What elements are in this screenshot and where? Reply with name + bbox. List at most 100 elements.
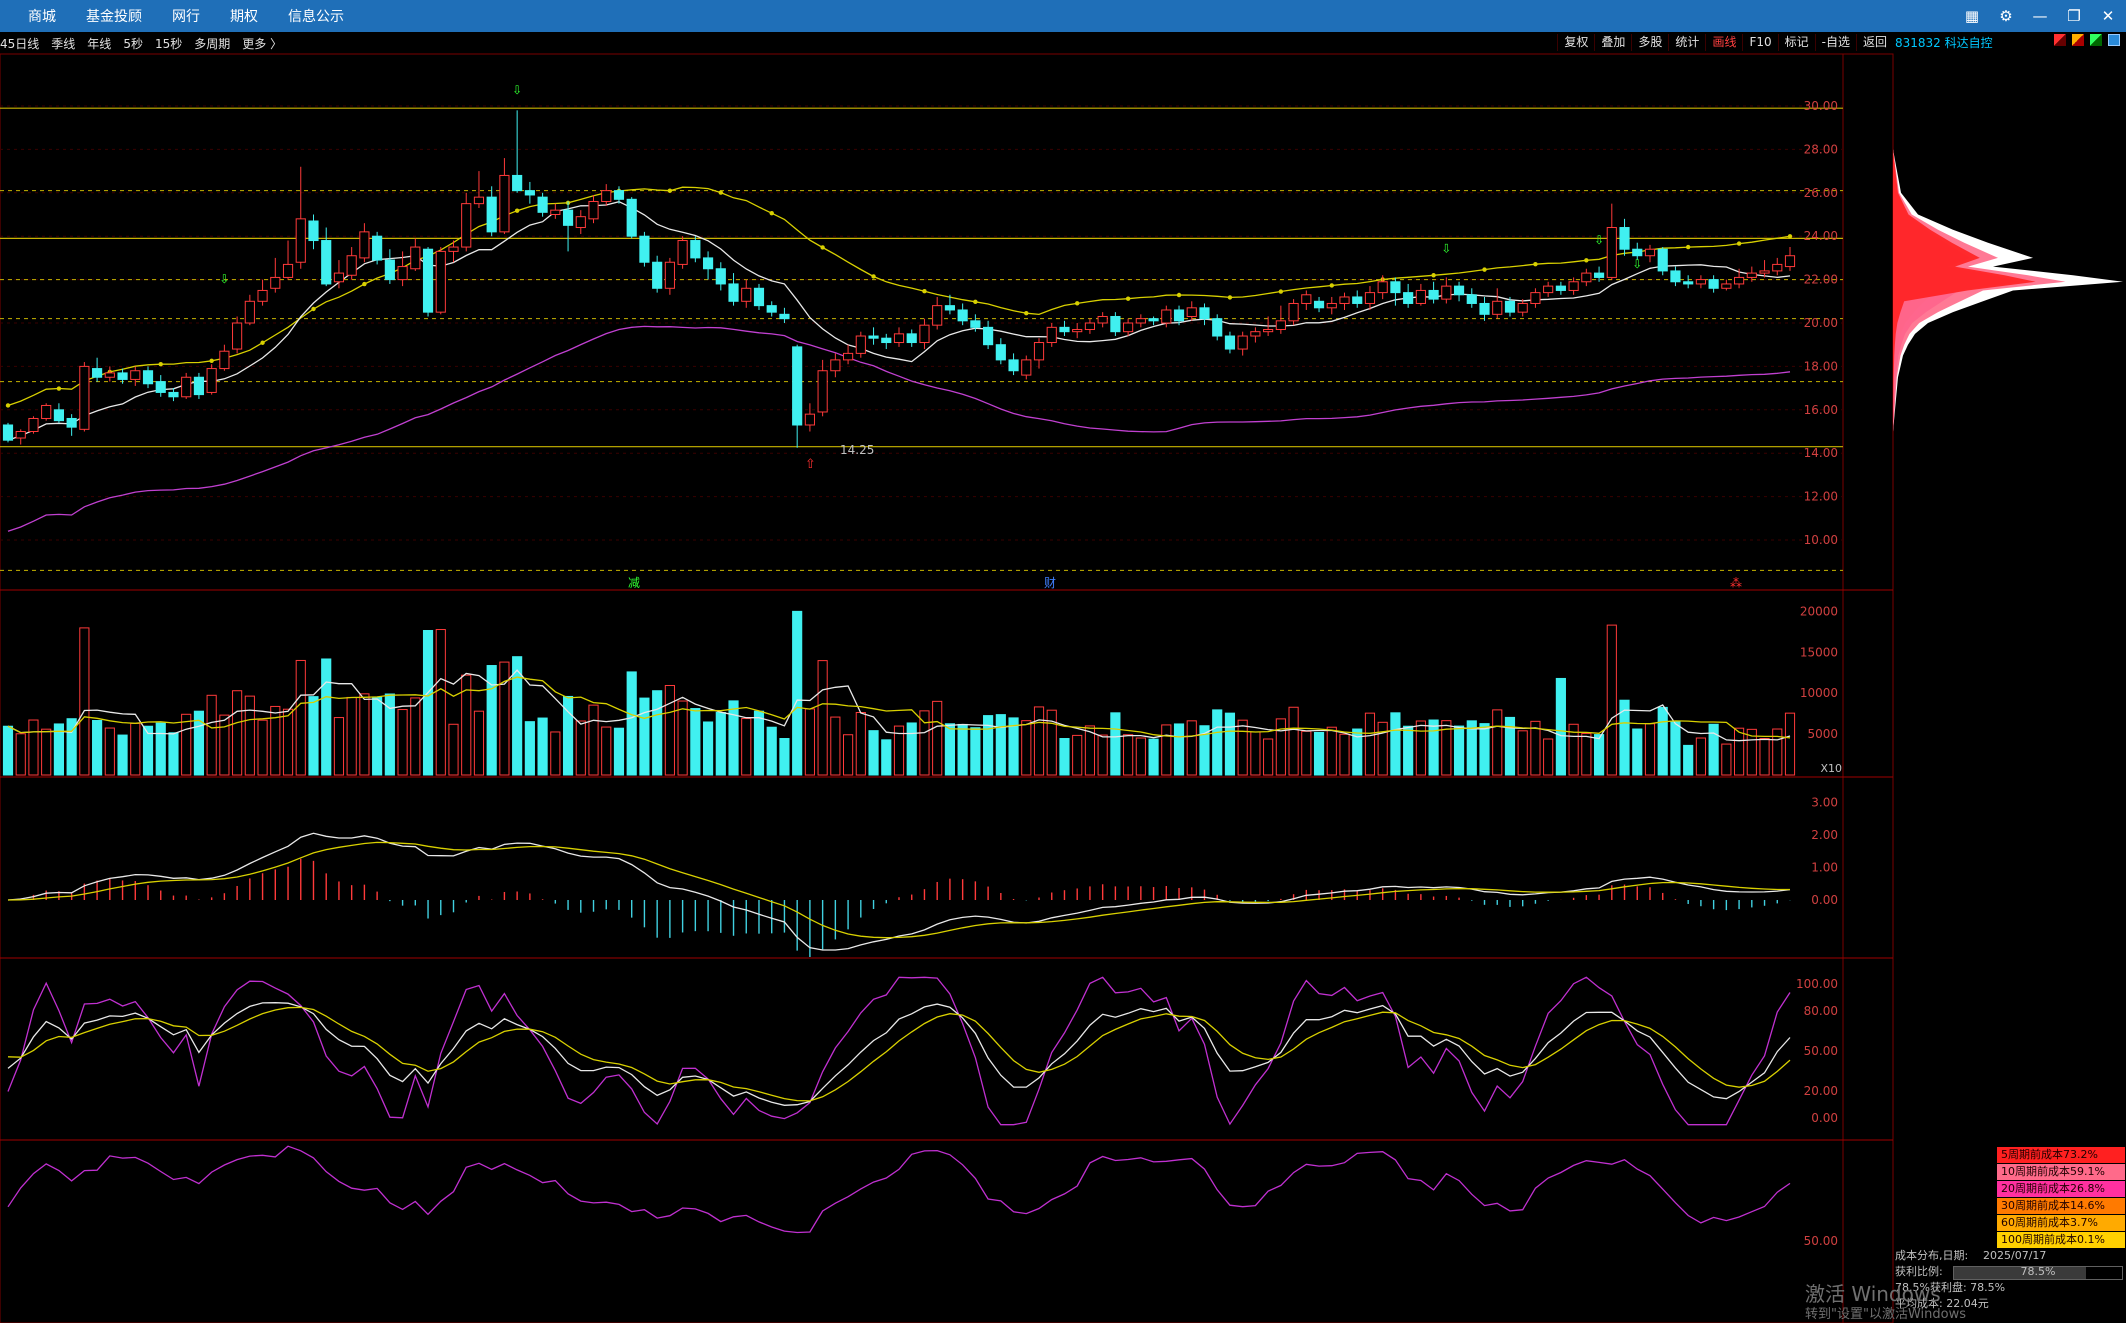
cost-distribution-profile [1893, 149, 2123, 432]
volume-bar [537, 717, 548, 776]
candle-body [117, 372, 128, 380]
candle-body [1683, 281, 1694, 285]
volume-bar [1021, 720, 1032, 776]
volume-bar [1390, 712, 1401, 776]
volume-bar [346, 696, 357, 776]
volume-bar [28, 719, 39, 776]
candle-body [295, 218, 306, 263]
event-marker-finance[interactable]: 财 [1044, 576, 1056, 590]
candle-body [206, 368, 217, 393]
volume-bar [244, 695, 255, 776]
candle-body [244, 300, 255, 324]
ma-yellow-line-dot [667, 188, 673, 193]
cost-row-5: 5周期前成本73.2% [1997, 1147, 2125, 1163]
volume-bar [15, 733, 26, 776]
candle-body [855, 335, 866, 354]
volume-bar [550, 731, 561, 776]
candle-body [1123, 322, 1134, 333]
candle-body [92, 368, 103, 378]
candle-body [702, 257, 714, 270]
macd-tick: 2.00 [1811, 828, 1838, 842]
price-tick: 28.00 [1804, 142, 1838, 156]
candle-body [1517, 302, 1528, 313]
candle-body [155, 381, 166, 393]
candle-body [1492, 300, 1503, 315]
volume-bar [219, 714, 230, 776]
volume-bar [1033, 706, 1045, 776]
event-marker-other[interactable]: ⁂ [1730, 576, 1742, 590]
candle-body [1606, 227, 1617, 278]
candle-body [1339, 296, 1350, 304]
cost-row-20: 20周期前成本26.8% [1997, 1181, 2125, 1197]
candle-body [397, 266, 408, 281]
price-tick: 20.00 [1804, 316, 1838, 330]
activation-watermark-sub: 转到"设置"以激活Windows [1805, 1307, 1966, 1322]
candle-body [308, 220, 319, 242]
candle-body [79, 365, 90, 430]
volume-bar [1555, 677, 1566, 776]
candle-body [473, 196, 485, 205]
candle-body [753, 287, 765, 307]
ma-yellow-line-dot [1227, 295, 1233, 300]
candle-body [41, 404, 52, 419]
volume-bar [1212, 709, 1223, 776]
candle-body [1428, 289, 1439, 300]
candlesticks [2, 110, 1796, 448]
volume-bar [957, 723, 968, 776]
volume-bar [1428, 719, 1439, 776]
ma-yellow-line-dot [5, 403, 11, 408]
candle-body [15, 431, 26, 439]
volume-bar [1377, 721, 1388, 776]
candle-body [1301, 294, 1312, 304]
volume-bar [690, 708, 701, 776]
candle-body [28, 417, 39, 433]
volume-bar [664, 684, 675, 776]
candle-body [1708, 279, 1719, 289]
volume-bar [1275, 718, 1286, 776]
candle-body [664, 261, 675, 289]
candle-body [1097, 315, 1108, 324]
volume-bar [843, 734, 854, 776]
kdj-tick: 100.00 [1796, 977, 1838, 991]
candle-body [435, 250, 446, 313]
candle-body [1441, 285, 1452, 300]
volume-bar [1072, 734, 1083, 776]
chart-canvas[interactable]: ⇩ ⇩ ⇩ ⇩ ⇩ ⇧ 30.00 28.00 26.00 24.00 22.00 20.00 18.… [0, 0, 2126, 1323]
event-marker-reduce[interactable]: 减 [628, 576, 640, 590]
volume-bar [155, 722, 166, 776]
volume-bar [1173, 723, 1185, 776]
volume-bar [79, 627, 90, 776]
candle-body [1275, 320, 1286, 331]
profit2-value: 78.5% [1970, 1281, 2006, 1294]
volume-bar [1543, 738, 1554, 776]
candle-body [257, 289, 268, 302]
volume-bar [295, 659, 306, 776]
candle-body [1263, 329, 1274, 333]
ma-yellow-line-dot [209, 358, 214, 363]
candle-body [1135, 318, 1146, 324]
volume-bar [575, 720, 586, 776]
candle-body [1543, 285, 1554, 294]
volume-bar [41, 728, 52, 776]
candle-body [499, 174, 510, 233]
volume-bar [1097, 734, 1108, 776]
candle-body [537, 196, 548, 213]
candle-body [601, 190, 612, 202]
candle-body [168, 391, 179, 398]
wr-tick: 50.00 [1804, 1234, 1838, 1248]
macd-tick: 0.00 [1811, 893, 1838, 907]
volume-bar [473, 710, 485, 776]
signal-up-arrow: ⇩ [219, 272, 229, 286]
candle-body [1504, 300, 1516, 313]
volume-bar [1708, 723, 1719, 776]
price-tick: 30.00 [1804, 99, 1838, 113]
ma-yellow-line-dot [871, 274, 876, 279]
price-tick: 22.00 [1804, 273, 1838, 287]
volume-bar [1453, 725, 1465, 776]
volume-bar [1670, 720, 1681, 776]
ma-yellow-line-dot [311, 306, 316, 312]
candle-body [486, 196, 497, 233]
kdj-tick: 0.00 [1811, 1111, 1838, 1125]
volume-bar [881, 739, 892, 776]
ma-yellow-line-dot [1024, 311, 1029, 316]
